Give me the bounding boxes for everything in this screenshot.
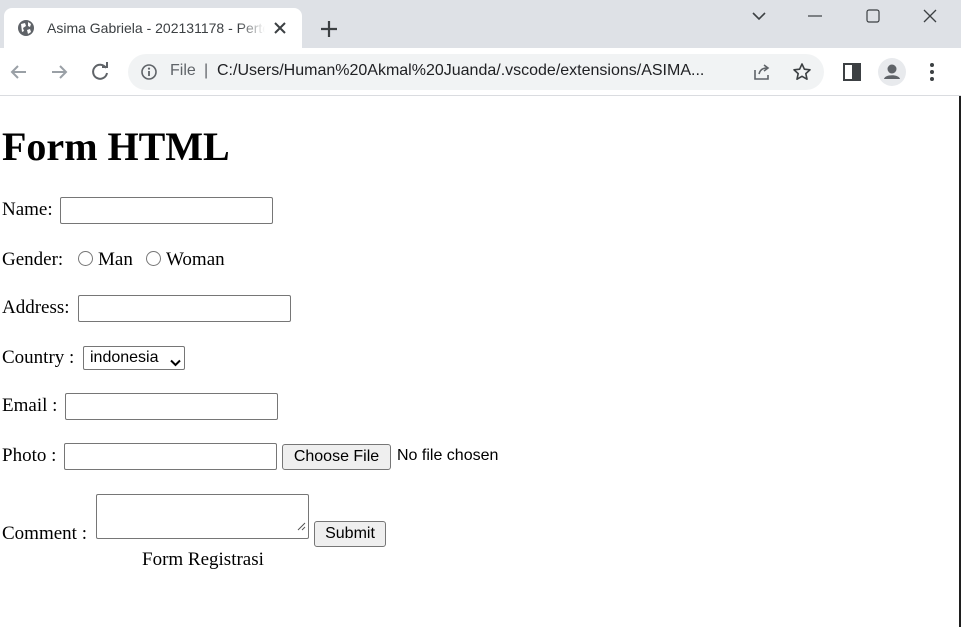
- gender-man-radio[interactable]: [78, 251, 93, 266]
- share-icon[interactable]: [752, 62, 772, 82]
- country-label: Country :: [2, 347, 75, 368]
- page-heading: Form HTML: [2, 124, 230, 169]
- tab-close-icon[interactable]: [270, 18, 290, 38]
- comment-textarea[interactable]: [96, 494, 309, 539]
- name-input[interactable]: [60, 197, 273, 224]
- submit-button[interactable]: Submit: [314, 521, 386, 547]
- gender-woman-radio[interactable]: [146, 251, 161, 266]
- close-window-icon[interactable]: [902, 0, 958, 32]
- address-input[interactable]: [78, 295, 291, 322]
- comment-label: Comment :: [2, 523, 87, 544]
- maximize-icon[interactable]: [845, 0, 901, 32]
- new-tab-plus-icon[interactable]: [316, 16, 342, 42]
- reload-icon[interactable]: [88, 60, 112, 84]
- side-panel-icon[interactable]: [840, 60, 864, 84]
- gender-woman-label: Woman: [166, 249, 225, 270]
- choose-file-button[interactable]: Choose File: [282, 444, 391, 470]
- kebab-menu-icon[interactable]: [920, 60, 944, 84]
- bookmark-star-icon[interactable]: [792, 62, 812, 82]
- gender-label: Gender:: [2, 249, 64, 270]
- email-input[interactable]: [65, 393, 278, 420]
- browser-toolbar: File | C:/Users/Human%20Akmal%20Juanda/.…: [0, 48, 961, 96]
- gender-man-label: Man: [98, 249, 133, 270]
- url-separator: |: [204, 62, 209, 79]
- no-file-chosen-text: No file chosen: [397, 447, 499, 464]
- tab-title: Asima Gabriela - 202131178 - Pertemuan: [47, 20, 265, 36]
- globe-icon: [17, 19, 35, 37]
- back-arrow-icon[interactable]: [7, 60, 31, 84]
- tab-search-chevron-icon[interactable]: [731, 0, 787, 32]
- resize-grip-icon[interactable]: [297, 518, 306, 536]
- form-caption: Form Registrasi: [142, 549, 264, 570]
- minimize-icon[interactable]: [787, 0, 843, 32]
- name-label: Name:: [2, 199, 53, 220]
- browser-tab[interactable]: Asima Gabriela - 202131178 - Pertemuan: [4, 8, 302, 48]
- url-scheme: File: [170, 62, 196, 79]
- address-label: Address:: [2, 297, 70, 318]
- email-label: Email :: [2, 395, 58, 416]
- chevron-down-icon: [170, 354, 181, 372]
- photo-input[interactable]: [64, 443, 277, 470]
- country-select[interactable]: indonesia: [83, 346, 185, 370]
- info-icon[interactable]: [141, 64, 157, 80]
- address-bar[interactable]: File | C:/Users/Human%20Akmal%20Juanda/.…: [128, 54, 824, 90]
- country-selected-value: indonesia: [90, 349, 159, 366]
- url-text[interactable]: C:/Users/Human%20Akmal%20Juanda/.vscode/…: [217, 62, 741, 80]
- profile-avatar-icon[interactable]: [878, 58, 906, 86]
- forward-arrow-icon[interactable]: [47, 60, 71, 84]
- photo-label: Photo :: [2, 445, 57, 466]
- tab-strip: Asima Gabriela - 202131178 - Pertemuan: [0, 0, 961, 48]
